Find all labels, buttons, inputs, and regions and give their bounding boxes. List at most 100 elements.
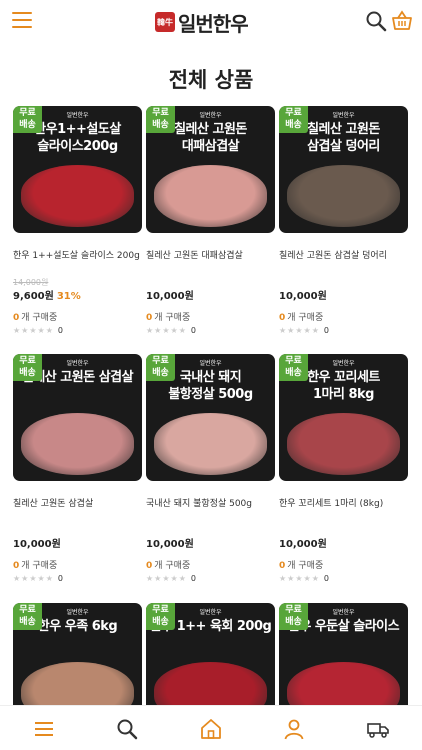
price-value: 10,000원 [13,539,61,550]
product-image[interactable]: 일번한우 칠레산 고원돈 대패삼겹살 무료 배송 [146,106,275,233]
free-shipping-badge: 무료 배송 [146,354,175,381]
product-name[interactable]: 칠레산 고원돈 삼겹살 [13,498,142,524]
product-image-title-line: 1마리 8kg [313,387,375,402]
discount-rate: 31% [56,291,81,302]
product-photo [154,413,267,475]
product-photo [287,165,400,227]
hamburger-menu-icon[interactable] [12,12,32,30]
free-shipping-badge: 무료 배송 [279,603,308,630]
original-price [279,525,408,535]
price: 10,000원 [279,535,408,550]
page-title: 전체 상품 [168,68,254,92]
buying-count-number: 0 [13,561,20,571]
rating: ★★★★★ 0 [13,326,142,335]
star-icons: ★★★★★ [146,574,187,583]
home-icon[interactable] [199,717,223,741]
product-name[interactable]: 한우 꼬리세트 1마리 (8kg) [279,498,408,524]
product-name[interactable]: 국내산 돼지 불항정살 500g [146,498,275,524]
search-icon[interactable] [115,717,139,741]
product-name[interactable]: 칠레산 고원돈 대패삼겹살 [146,250,275,276]
price-value: 10,000원 [146,539,194,550]
price-value: 10,000원 [279,291,327,302]
product-card[interactable]: 일번한우 한우 꼬리세트 1마리 8kg 무료 배송 한우 꼬리세트 1마리 (8kg) 1… [279,354,408,583]
buying-count-number: 0 [13,313,20,323]
original-price [146,525,275,535]
buying-count: 0개 구매중 [279,310,408,323]
price-value: 9,600원 [13,291,54,302]
price: 10,000원 [13,535,142,550]
price: 10,000원 [146,535,275,550]
product-image-title-line: 슬라이스200g [37,139,118,154]
rating: ★★★★★ 0 [279,326,408,335]
product-card[interactable]: 일번한우 칠레산 고원돈 삼겹살 무료 배송 칠레산 고원돈 삼겹살 10,000원 0 개 … [13,354,142,583]
product-photo [287,413,400,475]
star-icons: ★★★★★ [279,326,320,335]
original-price [13,525,142,535]
buying-count-number: 0 [146,561,153,571]
logo-seal: 韓牛 [155,12,175,32]
product-card[interactable]: 일번한우 칠레산 고원돈 대패삼겹살 무료 배송 칠레산 고원돈 대패삼겹살 10,000원… [146,106,275,335]
original-price: 14,000원 [13,278,49,287]
free-shipping-badge: 무료 배송 [279,106,308,133]
free-shipping-badge: 무료 배송 [146,603,175,630]
free-shipping-badge: 무료 배송 [13,106,42,133]
buying-count-label: 개 구매중 [154,561,191,571]
product-card[interactable]: 일번한우 한우1++설도살 슬라이스200g 무료 배송 한우 1++설도살 슬라이스 2… [13,106,142,335]
product-image[interactable]: 일번한우 국내산 돼지 불항정살 500g 무료 배송 [146,354,275,481]
review-count: 0 [190,574,196,583]
price: 10,000원 [146,287,275,302]
buying-count-number: 0 [146,313,153,323]
product-image[interactable]: 일번한우 칠레산 고원돈 삼겹살 무료 배송 [13,354,142,481]
bottom-nav [0,705,422,750]
product-photo [21,413,134,475]
buying-count-label: 개 구매중 [287,313,324,323]
product-image-title-line: 대패삼겹살 [181,139,240,154]
review-count: 0 [57,574,63,583]
price: 9,600원 31% [13,287,142,302]
rating: ★★★★★ 0 [146,326,275,335]
star-icons: ★★★★★ [13,326,54,335]
buying-count: 0개 구매중 [279,558,408,571]
product-name[interactable]: 한우 1++설도살 슬라이스 200g [13,250,142,276]
rating: ★★★★★ 0 [146,574,275,583]
menu-icon[interactable] [32,717,56,741]
rating: ★★★★★ 0 [13,574,142,583]
price-value: 10,000원 [279,539,327,550]
review-count: 0 [190,326,196,335]
buying-count-label: 개 구매중 [287,561,324,571]
free-shipping-badge: 무료 배송 [279,354,308,381]
original-price [146,277,275,287]
rating: ★★★★★ 0 [279,574,408,583]
free-shipping-badge: 무료 배송 [146,106,175,133]
price-value: 10,000원 [146,291,194,302]
free-shipping-badge: 무료 배송 [13,354,42,381]
review-count: 0 [57,326,63,335]
free-shipping-badge: 무료 배송 [13,603,42,630]
product-photo [154,165,267,227]
review-count: 0 [323,326,329,335]
product-photo [21,165,134,227]
buying-count-label: 개 구매중 [21,561,58,571]
star-icons: ★★★★★ [13,574,54,583]
star-icons: ★★★★★ [146,326,187,335]
product-image[interactable]: 일번한우 칠레산 고원돈 삼겹살 덩어리 무료 배송 [279,106,408,233]
buying-count: 0개 구매중 [13,558,142,571]
basket-icon[interactable] [390,9,414,33]
product-card[interactable]: 일번한우 국내산 돼지 불항정살 500g 무료 배송국내산 돼지 불항정살 500g 1… [146,354,275,583]
product-image[interactable]: 일번한우 한우1++설도살 슬라이스200g 무료 배송 [13,106,142,233]
price: 10,000원 [279,287,408,302]
product-card[interactable]: 일번한우 칠레산 고원돈 삼겹살 덩어리 무료 배송 칠레산 고원돈 삼겹살 덩어리 10,… [279,106,408,335]
search-icon[interactable] [365,10,387,32]
logo[interactable]: 韓牛 일번한우 [155,8,249,36]
user-icon[interactable] [282,717,306,741]
buying-count-label: 개 구매중 [21,313,58,323]
buying-count-label: 개 구매중 [154,313,191,323]
buying-count: 0개 구매중 [13,310,142,323]
product-name[interactable]: 칠레산 고원돈 삼겹살 덩어리 [279,250,408,276]
product-image[interactable]: 일번한우 한우 꼬리세트 1마리 8kg 무료 배송 [279,354,408,481]
review-count: 0 [323,574,329,583]
star-icons: ★★★★★ [279,574,320,583]
delivery-truck-icon[interactable] [366,717,390,741]
product-image-title-line: 삼겹살 덩어리 [307,139,380,154]
original-price [279,277,408,287]
